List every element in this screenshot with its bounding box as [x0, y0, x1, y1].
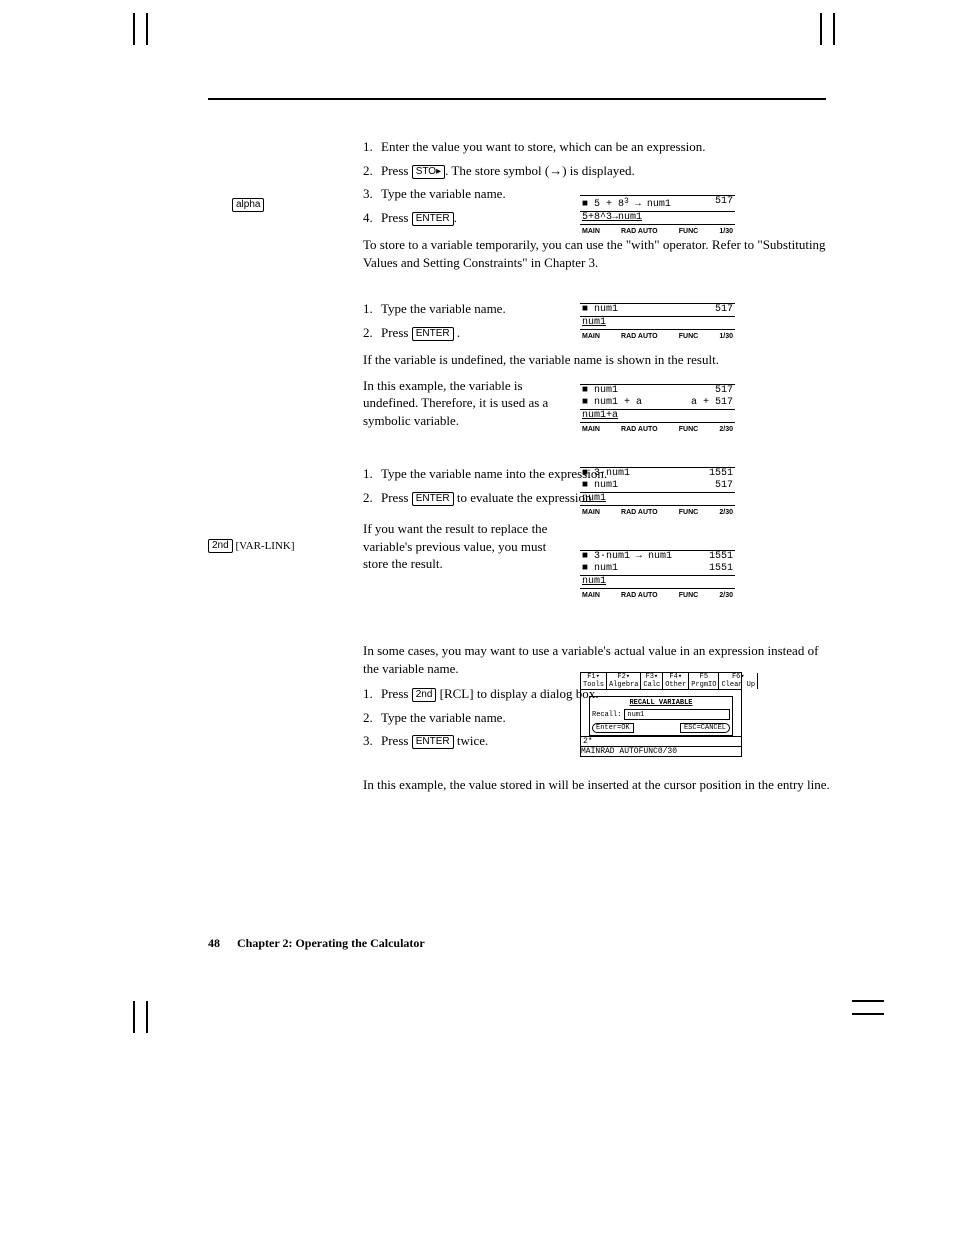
- page: alpha 2nd [VAR-LINK] 1.Enter the value y…: [0, 0, 954, 1235]
- second-key: 2nd: [412, 688, 437, 702]
- crop-mark: [133, 1001, 135, 1033]
- page-number: 48: [208, 936, 220, 950]
- recall-dialog-box: RECALL VARIABLE Recall: Enter=OK ESC=CAN…: [589, 696, 733, 736]
- chapter-title: Chapter 2: Operating the Calculator: [237, 936, 425, 950]
- page-footer: 48 Chapter 2: Operating the Calculator: [208, 936, 425, 951]
- crop-mark: [146, 13, 148, 45]
- s1-li1: Enter the value you want to store, which…: [381, 138, 833, 156]
- enter-key: ENTER: [412, 212, 454, 226]
- second-key: 2nd: [208, 539, 233, 553]
- crop-mark: [852, 1013, 884, 1015]
- enter-key: ENTER: [412, 327, 454, 341]
- dialog-status: MAINRAD AUTOFUNC0/30: [581, 746, 741, 756]
- calc-screenshot-5: ■ 3·num1 → num11551 ■ num11551 num1 MAIN…: [580, 550, 735, 603]
- s2-para2: In this example, the variable is undefin…: [363, 377, 568, 430]
- calc-screenshot-2: ■ num1517 num1 MAINRAD AUTOFUNC1/30: [580, 303, 735, 344]
- dialog-entry: 2*: [581, 736, 741, 746]
- recall-label: Recall:: [592, 711, 621, 719]
- dialog-title: RECALL VARIABLE: [592, 699, 730, 707]
- calc-dialog-recall: F1▾ ToolsF2▾ AlgebraF3▾ CalcF4▾ OtherF5 …: [580, 672, 742, 757]
- calc-screenshot-4: ■ 3·num11551 ■ num1517 num1 MAINRAD AUTO…: [580, 467, 735, 520]
- alpha-key: alpha: [232, 198, 264, 212]
- recall-input[interactable]: [624, 709, 730, 720]
- s1-after: To store to a variable temporarily, you …: [363, 236, 833, 271]
- sto-key: STO▸: [412, 165, 445, 179]
- crop-mark: [852, 1000, 884, 1002]
- calc-screenshot-1: ■ 5 + 83 → num1517 5+8^3→num1 MAINRAD AU…: [580, 195, 735, 239]
- varlink-label: [VAR-LINK]: [235, 540, 294, 552]
- cancel-button[interactable]: ESC=CANCEL: [680, 723, 730, 733]
- enter-key: ENTER: [412, 492, 454, 506]
- side-note-alpha: alpha: [232, 198, 264, 212]
- s1-li2: Press STO▸. The store symbol (→) is disp…: [381, 162, 833, 180]
- s3-after: If you want the result to replace the va…: [363, 520, 568, 573]
- side-note-varlink: 2nd [VAR-LINK]: [208, 539, 295, 553]
- header-rule: [208, 98, 826, 100]
- ok-button[interactable]: Enter=OK: [592, 723, 634, 733]
- crop-mark: [146, 1001, 148, 1033]
- dialog-menubar: F1▾ ToolsF2▾ AlgebraF3▾ CalcF4▾ OtherF5 …: [581, 673, 741, 690]
- calc-screenshot-3: ■ num1517 ■ num1 + aa + 517 num1+a MAINR…: [580, 384, 735, 437]
- crop-mark: [820, 13, 822, 45]
- s2-after: If the variable is undefined, the variab…: [363, 351, 833, 369]
- s4-after: In this example, the value stored in wil…: [363, 776, 833, 794]
- crop-mark: [133, 13, 135, 45]
- enter-key: ENTER: [412, 735, 454, 749]
- crop-mark: [833, 13, 835, 45]
